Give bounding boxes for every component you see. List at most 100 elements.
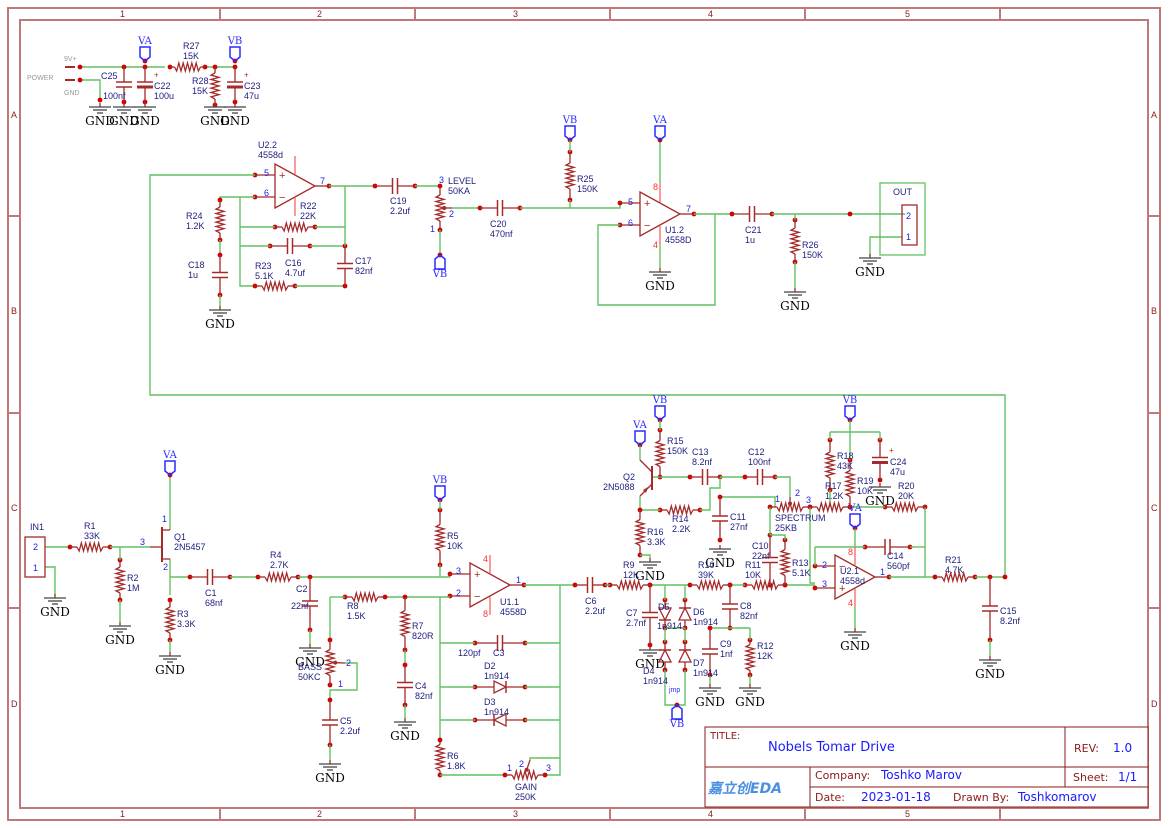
wire: [80, 79, 101, 100]
r2-resistor: [113, 560, 127, 600]
component-ref: R14: [672, 514, 689, 524]
resistor-body: [113, 566, 127, 594]
wire: [149, 174, 1006, 577]
net-label: VB: [432, 269, 448, 280]
component-value: 100nf: [748, 457, 771, 467]
pin-number: 5: [264, 168, 269, 178]
component-ref: Q2: [623, 472, 635, 482]
plus-sign: +: [279, 170, 285, 182]
row-label: A: [1151, 110, 1157, 120]
diode-triangle: [493, 679, 508, 695]
c1-capacitor: [190, 569, 230, 585]
component-ref: R8: [347, 601, 359, 611]
component-ref: C1: [205, 588, 217, 598]
r24-resistor: [213, 200, 227, 240]
column-label: 2: [317, 9, 322, 19]
component-value: 82nf: [740, 611, 758, 621]
r27-resistor: [170, 60, 205, 74]
ground-symbol: GND: [635, 558, 665, 583]
pin-number: 6: [264, 188, 269, 198]
component-ref: R17: [825, 481, 842, 491]
component-ref: D6: [693, 607, 705, 617]
component-ref: C3: [493, 648, 505, 658]
gnd-label: GND: [645, 279, 675, 293]
component-value: 8.2nf: [1000, 616, 1021, 626]
component-ref: D4: [643, 666, 655, 676]
component-value: 1u: [188, 270, 198, 280]
component-value: 1n914: [693, 668, 718, 678]
pin-number: 1: [33, 563, 38, 573]
net-flag-vb-icon: VB: [652, 395, 668, 421]
resistor-body: [76, 540, 104, 554]
net-label: VB: [652, 395, 668, 406]
r5-resistor: [433, 510, 447, 565]
component-ref: D3: [484, 697, 496, 707]
r3-resistor: [163, 600, 177, 640]
c16-capacitor: [270, 238, 310, 254]
component-value: 8.2nf: [692, 457, 713, 467]
resistor-body: [213, 206, 227, 234]
gnd-label: GND: [855, 265, 885, 279]
component-ref: R4: [270, 550, 282, 560]
component-ref: IN1: [30, 522, 44, 532]
gnd-label: GND: [105, 633, 135, 647]
c8-capacitor: [722, 585, 738, 628]
resistor-body: [696, 578, 724, 592]
component-ref: R24: [186, 211, 203, 221]
wire: [529, 757, 560, 760]
component-ref: R19: [857, 476, 874, 486]
row-label: D: [11, 699, 18, 709]
r15-resistor: [653, 430, 667, 477]
component-value: 50KC: [298, 672, 321, 682]
resistor-body: [433, 523, 447, 552]
component-ref: Q1: [174, 532, 186, 542]
rev-key: REV:: [1074, 742, 1099, 755]
component-value: 5.1K: [792, 568, 811, 578]
resistor-body: [261, 279, 289, 293]
component-value: 2.7nf: [626, 618, 647, 628]
r6-resistor: [433, 740, 447, 775]
component-ref: GAIN: [515, 782, 537, 792]
gnd-label: GND: [695, 695, 725, 709]
c18-capacitor: [212, 255, 228, 295]
component-value: 150K: [577, 184, 598, 194]
net-label: VB: [669, 719, 685, 730]
component-ref: BASS: [298, 662, 322, 672]
collector: [639, 459, 653, 473]
net-label: VB: [432, 475, 448, 486]
component-value: 470nf: [490, 229, 513, 239]
resistor-body: [633, 518, 647, 547]
component-ref: R22: [300, 201, 317, 211]
ground-symbol: GND: [315, 760, 345, 785]
minus-sign: −: [279, 192, 285, 204]
r8-resistor: [345, 590, 385, 604]
net-label: VA: [162, 450, 178, 461]
pin-number: 2: [519, 759, 524, 769]
resistor-body: [788, 227, 802, 255]
wire: [45, 566, 56, 595]
component-ref: R6: [447, 751, 459, 761]
resistor-body: [666, 503, 694, 517]
title-key: TITLE:: [710, 731, 741, 742]
component-ref: R27: [183, 41, 200, 51]
net-flag-vb-icon: VB: [432, 475, 448, 501]
component-ref: R11: [745, 560, 761, 570]
component-value: 1n914: [693, 617, 718, 627]
c12-capacitor: [745, 469, 775, 485]
gnd-label: GND: [735, 695, 765, 709]
component-ref: R3: [177, 609, 189, 619]
sheet-value: 1/1: [1118, 770, 1138, 784]
c11-capacitor: [712, 497, 728, 540]
component-value: 1.2K: [825, 491, 844, 501]
component-ref: R15: [667, 436, 684, 446]
resistor-body: [281, 220, 309, 234]
drawn-by-value: Toshkomarov: [1018, 790, 1097, 804]
gnd-label: GND: [315, 771, 345, 785]
schematic-sheet: 1122334455A AB BC CD D + +VA VBGNDGNDGND GNDGND…: [7, 7, 1161, 821]
row-label: D: [1151, 699, 1158, 709]
resistor-body: [751, 578, 779, 592]
component-ref: R7: [412, 621, 424, 631]
component-value: 2.2uf: [585, 606, 606, 616]
component-value: 22nf: [291, 601, 309, 611]
net-flag-vb-icon: VB: [562, 115, 577, 141]
